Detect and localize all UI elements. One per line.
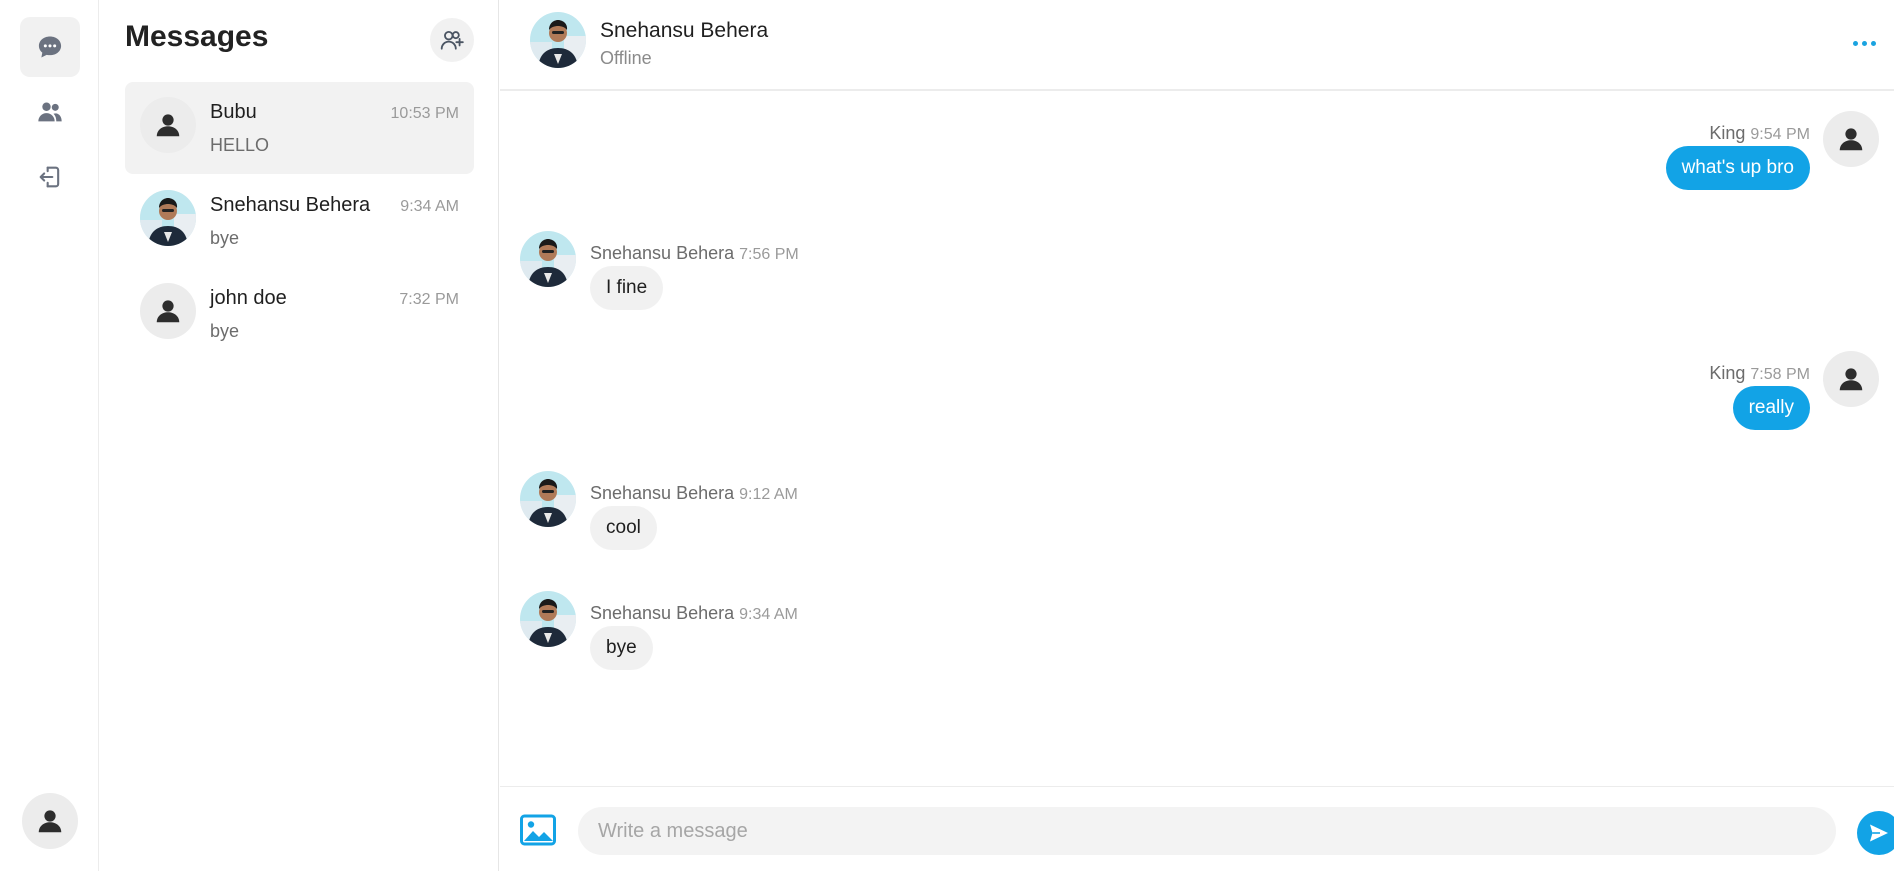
user-icon [156, 300, 180, 323]
message-time: 7:58 PM [1750, 366, 1810, 383]
message-outgoing: King 9:54 PM what's up bro [500, 111, 1894, 201]
message-incoming: Snehansu Behera 7:56 PM I fine [500, 231, 1894, 321]
avatar-photo [520, 471, 576, 527]
avatar [140, 283, 196, 339]
user-icon [1839, 128, 1863, 151]
conversation-time: 10:53 PM [390, 105, 459, 122]
avatar [140, 97, 196, 153]
message-incoming: Snehansu Behera 9:12 AM cool [500, 471, 1894, 561]
nav-chats-button[interactable] [20, 17, 80, 77]
add-user-icon [440, 30, 464, 50]
message-sender: Snehansu Behera [590, 243, 735, 263]
message-input[interactable] [578, 807, 1836, 855]
conversation-preview: bye [210, 321, 240, 341]
chat-panel: Snehansu Behera Offline King 9:54 PM what… [500, 0, 1894, 871]
message-time: 9:12 AM [739, 486, 798, 503]
logout-icon [39, 166, 60, 188]
nav-contacts-button[interactable] [20, 82, 80, 142]
message-bubble: cool [590, 506, 657, 550]
conversation-time: 9:34 AM [400, 198, 459, 215]
chat-header: Snehansu Behera Offline [500, 0, 1894, 91]
conversation-name: Snehansu Behera [210, 194, 371, 216]
page-title: Messages [125, 20, 269, 53]
message-meta: King 7:58 PM [1709, 363, 1810, 384]
send-button[interactable] [1857, 811, 1894, 855]
person-photo-icon [520, 231, 576, 287]
nav-rail [0, 0, 99, 871]
more-options-button[interactable] [1846, 28, 1882, 58]
message-time: 7:56 PM [739, 246, 799, 263]
conversation-list: Messages Bubu 10:53 PM HELLO Snehansu Be… [100, 0, 499, 871]
message-sender: Snehansu Behera [590, 603, 735, 623]
message-bubble: bye [590, 626, 653, 670]
conversation-preview: HELLO [210, 135, 270, 155]
conversation-item[interactable]: Snehansu Behera 9:34 AM bye [125, 175, 474, 267]
attach-image-button[interactable] [520, 813, 556, 847]
chat-icon [38, 36, 62, 58]
profile-avatar-button[interactable] [22, 793, 78, 849]
message-meta: King 9:54 PM [1709, 123, 1810, 144]
avatar-photo [520, 231, 576, 287]
message-outgoing: King 7:58 PM really [500, 351, 1894, 441]
message-bubble: what's up bro [1665, 146, 1810, 190]
message-time: 9:54 PM [1750, 126, 1810, 143]
user-icon [156, 114, 180, 137]
message-bubble: really [1732, 386, 1810, 430]
avatar [1823, 111, 1879, 167]
message-sender: King [1709, 123, 1746, 143]
message-bubble: I fine [590, 266, 664, 310]
send-icon [1870, 824, 1888, 842]
contact-status: Offline [600, 48, 652, 68]
message-incoming: Snehansu Behera 9:34 AM bye [500, 591, 1894, 681]
conversation-name: Bubu [210, 101, 257, 123]
message-meta: Snehansu Behera 9:34 AM [590, 603, 798, 624]
person-photo-icon [530, 12, 586, 68]
avatar-photo [520, 591, 576, 647]
conversation-preview: bye [210, 228, 240, 248]
person-photo-icon [140, 190, 196, 246]
nav-logout-button[interactable] [20, 147, 80, 207]
users-icon [38, 102, 62, 122]
message-meta: Snehansu Behera 7:56 PM [590, 243, 799, 264]
message-sender: King [1709, 363, 1746, 383]
user-icon [38, 810, 62, 833]
person-photo-icon [520, 471, 576, 527]
message-sender: Snehansu Behera [590, 483, 735, 503]
conversation-item[interactable]: Bubu 10:53 PM HELLO [125, 82, 474, 174]
avatar-photo [140, 190, 196, 246]
contact-avatar[interactable] [530, 12, 586, 68]
image-icon [520, 814, 556, 846]
more-icon [1852, 40, 1858, 46]
conversation-time: 7:32 PM [399, 291, 459, 308]
user-icon [1839, 368, 1863, 391]
conversation-item[interactable]: john doe 7:32 PM bye [125, 268, 474, 360]
message-composer [500, 786, 1894, 871]
conversation-name: john doe [210, 287, 287, 309]
add-contact-button[interactable] [430, 18, 474, 62]
person-photo-icon [520, 591, 576, 647]
contact-name: Snehansu Behera [600, 19, 769, 42]
message-meta: Snehansu Behera 9:12 AM [590, 483, 798, 504]
message-time: 9:34 AM [739, 606, 798, 623]
avatar [1823, 351, 1879, 407]
